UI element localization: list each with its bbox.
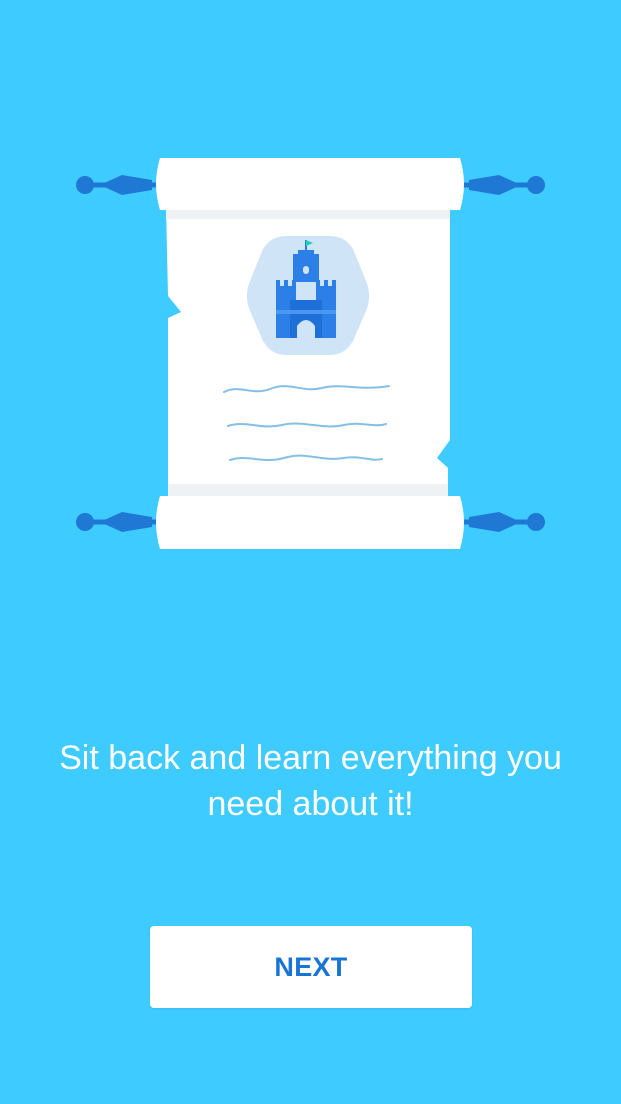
message-line-1: Sit back and learn everything you: [59, 739, 562, 777]
top-right-rod: [460, 175, 545, 195]
top-left-rod: [76, 175, 160, 195]
scroll-icon: [76, 158, 545, 549]
scroll-bottom-roll: [156, 496, 464, 549]
scroll-top-roll: [156, 158, 464, 210]
message-line-2: need about it!: [207, 785, 414, 823]
bottom-left-rod: [76, 512, 160, 532]
onboarding-screen: Sit back and learn everything you need a…: [0, 0, 621, 1104]
onboarding-message: Sit back and learn everything you need a…: [0, 735, 621, 827]
bottom-right-rod: [460, 512, 545, 532]
next-button[interactable]: NEXT: [150, 926, 472, 1008]
